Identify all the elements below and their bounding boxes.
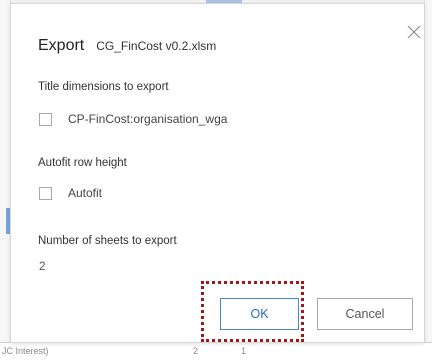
close-icon [407,25,421,39]
background-sheet-right-edge [424,0,432,363]
ok-button[interactable]: OK [220,298,299,330]
app-stage: JC Interest) 2 1 Export CG_FinCost v0.2.… [0,0,432,363]
dialog-header: Export CG_FinCost v0.2.xlsm [38,37,216,55]
sheets-count-label: Number of sheets to export [38,235,177,247]
title-dimension-checkbox[interactable] [39,112,52,126]
title-dimension-option[interactable]: CP-FinCost:organisation_wga [39,112,227,126]
background-sheet-row [0,342,432,363]
cancel-button[interactable]: Cancel [317,298,413,330]
background-row-label: JC Interest) [2,346,49,356]
title-dimensions-label: Title dimensions to export [38,81,169,93]
autofit-option[interactable]: Autofit [39,186,102,200]
dialog-title: Export [38,37,85,54]
close-button[interactable] [406,24,422,40]
title-dimension-checkbox-label[interactable]: CP-FinCost:organisation_wga [68,112,227,126]
file-name: CG_FinCost v0.2.xlsm [96,39,217,53]
background-cell-value: 2 [193,346,199,356]
background-cell-value: 1 [241,346,247,356]
autofit-checkbox[interactable] [39,186,52,200]
autofit-label: Autofit row height [38,157,127,169]
export-dialog: Export CG_FinCost v0.2.xlsm Title dimens… [10,3,425,343]
sheets-count-value: 2 [39,261,46,273]
autofit-checkbox-label[interactable]: Autofit [68,186,102,200]
